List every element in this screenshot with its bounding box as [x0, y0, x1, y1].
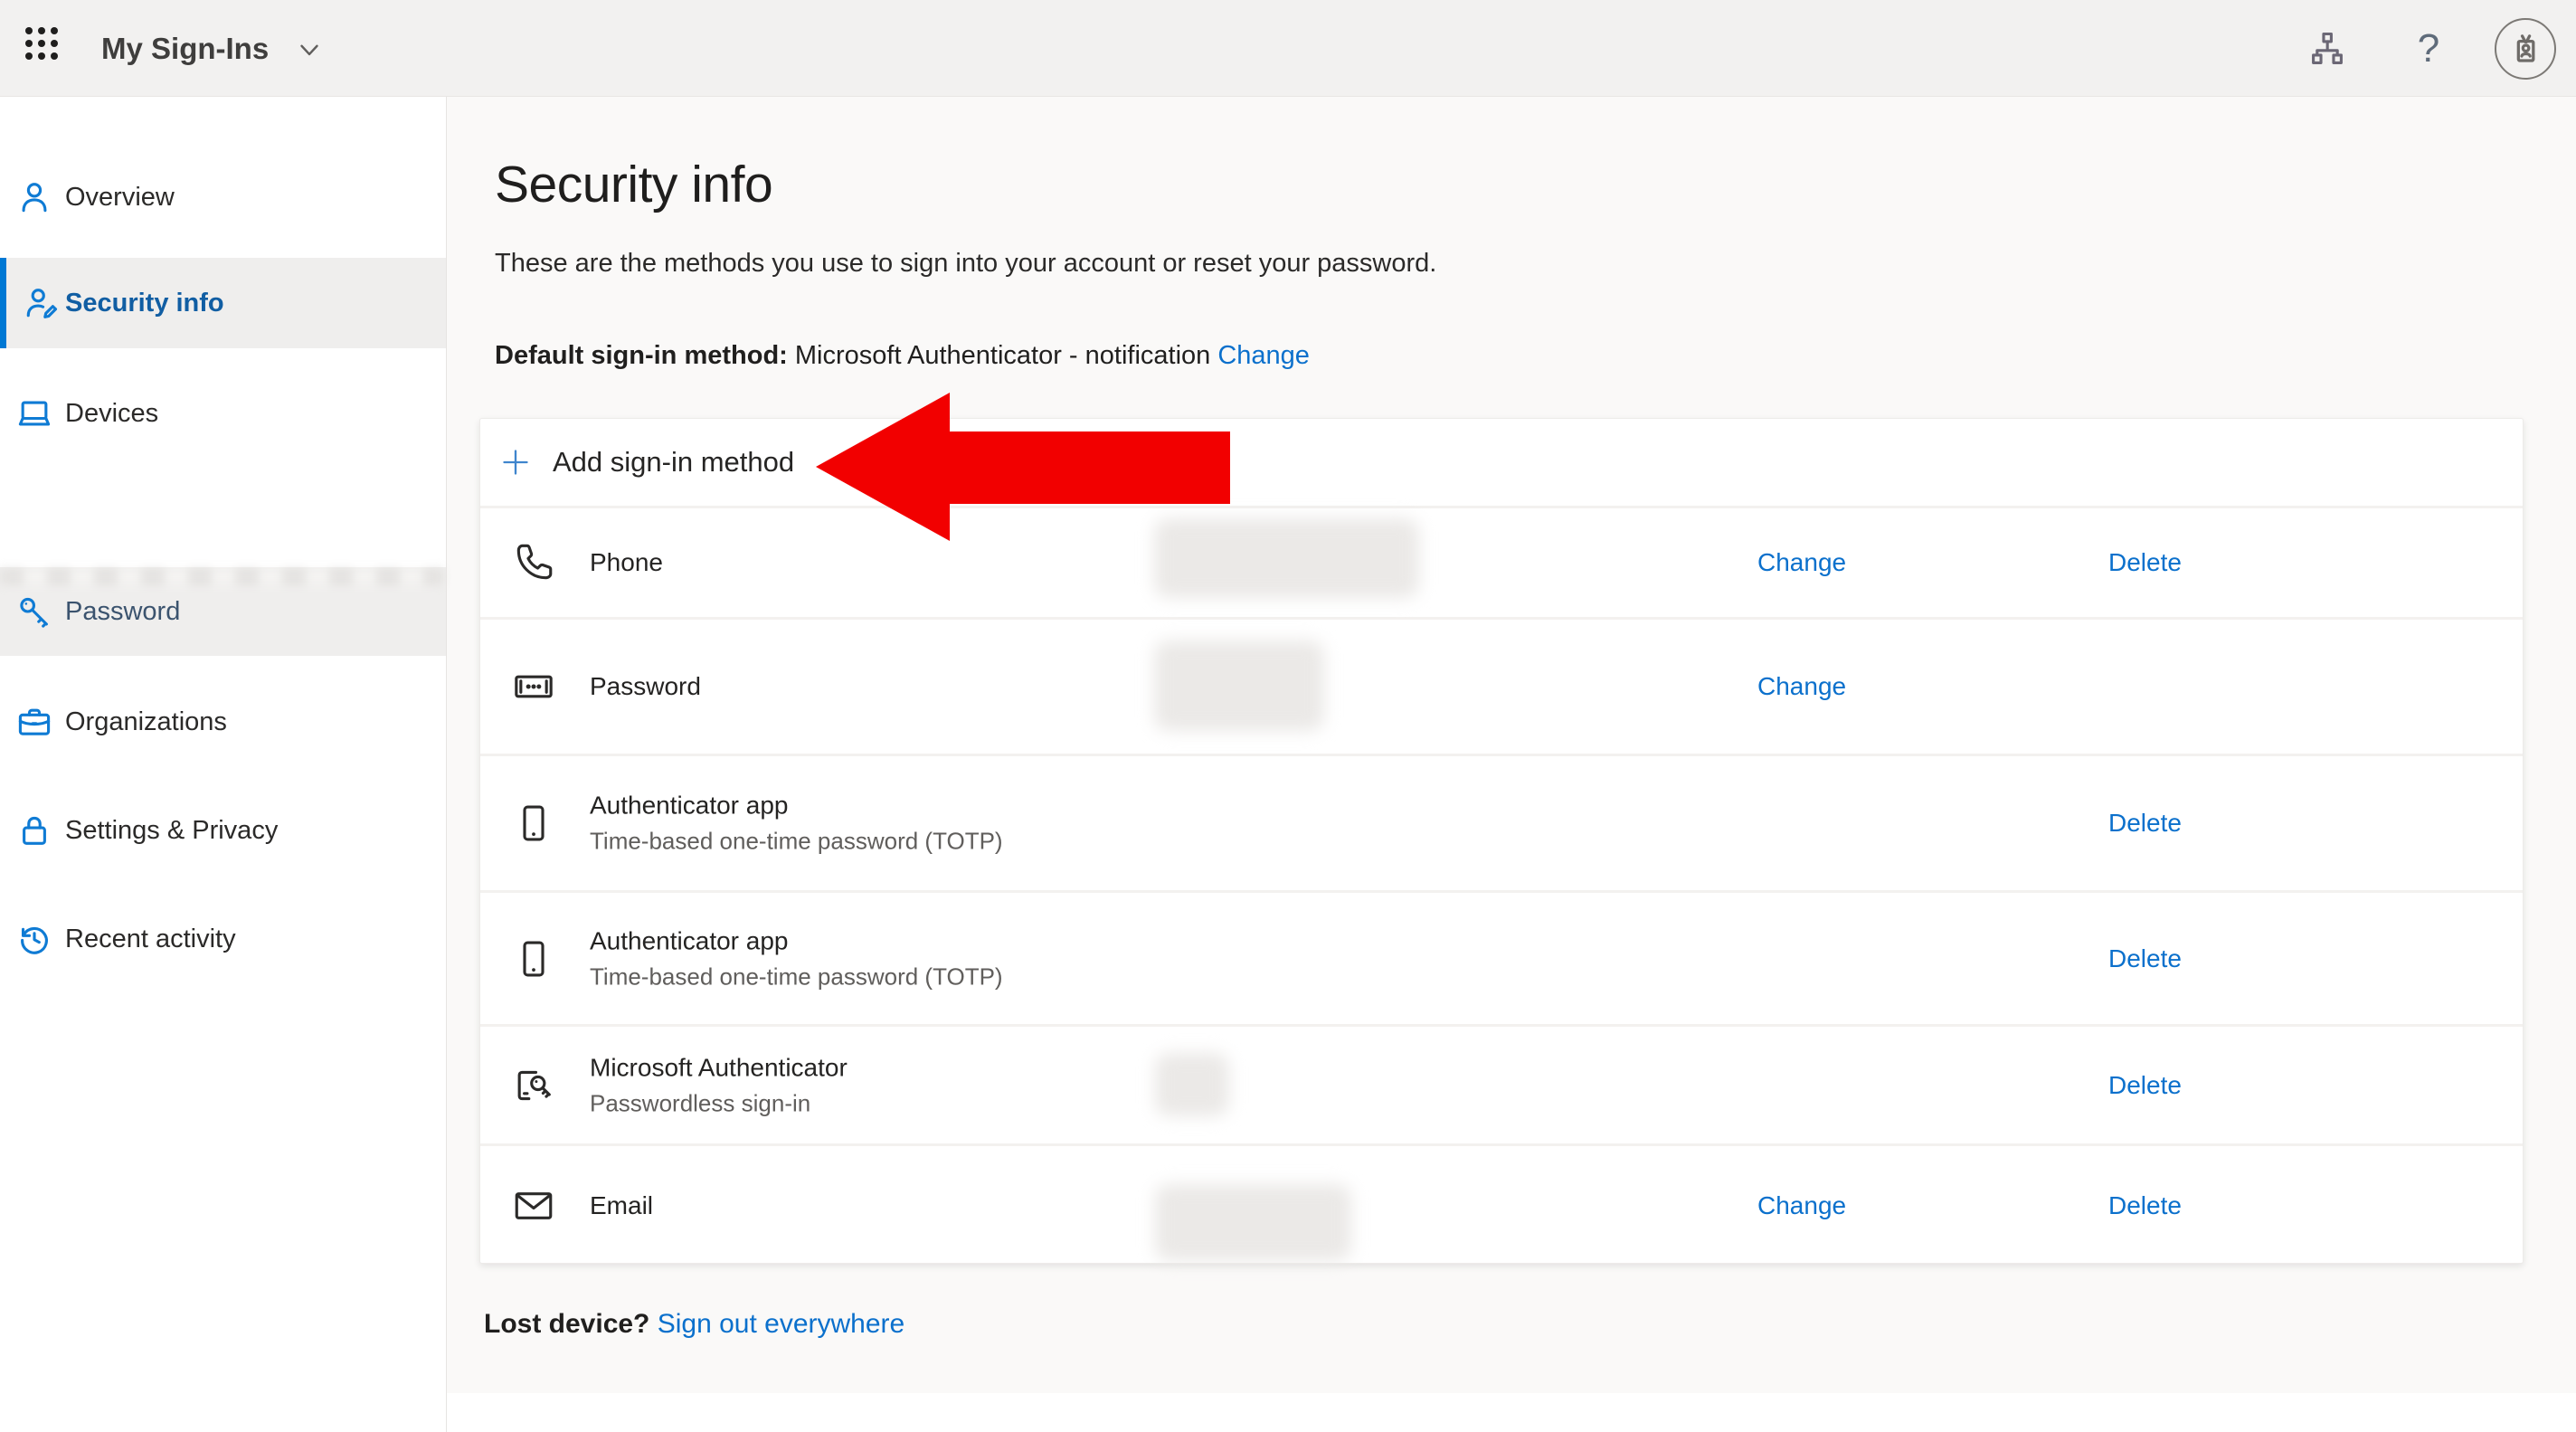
default-signin-label: Default sign-in method: — [495, 341, 788, 370]
waffle-dot — [25, 27, 33, 34]
waffle-dot — [38, 52, 45, 60]
id-badge-icon — [2516, 33, 2535, 62]
main-content: Security info These are the methods you … — [447, 97, 2576, 1432]
sidebar-item-devices[interactable]: Devices — [0, 368, 446, 459]
org-chart-icon — [2312, 32, 2343, 64]
question-mark-icon: ? — [2417, 25, 2440, 71]
phone-handset-icon — [511, 540, 556, 585]
lost-device-line: Lost device? Sign out everywhere — [484, 1309, 904, 1340]
signin-methods-card: Add sign-in method Phone Change Delete P… — [479, 418, 2524, 1264]
content-bottom-strip — [447, 1393, 2576, 1432]
phone-delete-link[interactable]: Delete — [2108, 548, 2182, 577]
sidebar-item-label: Devices — [65, 398, 159, 428]
briefcase-icon — [14, 702, 54, 742]
sidebar-item-settings-privacy[interactable]: Settings & Privacy — [0, 785, 446, 876]
waffle-dot — [25, 40, 33, 47]
default-signin-value: Microsoft Authenticator - notification — [794, 341, 1211, 370]
add-signin-method-button[interactable]: Add sign-in method — [480, 419, 2523, 506]
method-row-authenticator-app-2: Authenticator app Time-based one-time pa… — [480, 890, 2523, 1024]
add-signin-method-label: Add sign-in method — [553, 446, 795, 478]
directory-switcher-button[interactable] — [2296, 0, 2359, 97]
redacted-email-value — [1155, 1184, 1351, 1261]
default-signin-line: Default sign-in method: Microsoft Authen… — [495, 341, 1310, 371]
method-name: Password — [590, 672, 701, 700]
method-subtitle: Time-based one-time password (TOTP) — [590, 963, 1003, 990]
redacted-password-value — [1154, 640, 1324, 731]
email-change-link[interactable]: Change — [1757, 1191, 1846, 1220]
method-subtitle: Time-based one-time password (TOTP) — [590, 827, 1003, 855]
method-row-microsoft-authenticator: Microsoft Authenticator Passwordless sig… — [480, 1024, 2523, 1143]
method-name: Email — [590, 1190, 654, 1219]
account-avatar-button[interactable] — [2487, 0, 2563, 97]
method-name: Authenticator app — [590, 791, 789, 820]
sidebar-item-recent-activity[interactable]: Recent activity — [0, 894, 446, 984]
help-button[interactable]: ? — [2397, 0, 2460, 97]
waffle-dot — [51, 52, 58, 60]
redacted-authenticator-value — [1155, 1053, 1229, 1116]
waffle-dot — [38, 27, 45, 34]
app-title: My Sign-Ins — [101, 31, 270, 65]
laptop-icon — [14, 394, 54, 433]
person-edit-icon — [21, 283, 61, 323]
sidebar-item-label: Organizations — [65, 707, 227, 736]
sidebar-item-label: Overview — [65, 182, 175, 212]
method-row-email: Email Change Delete — [480, 1143, 2523, 1265]
method-row-phone: Phone Change Delete — [480, 506, 2523, 617]
mobile-phone-icon — [511, 801, 556, 846]
method-subtitle: Passwordless sign-in — [590, 1089, 811, 1116]
sign-out-everywhere-link[interactable]: Sign out everywhere — [658, 1309, 905, 1339]
device-with-key-icon — [511, 1063, 556, 1108]
method-name: Microsoft Authenticator — [590, 1053, 848, 1081]
default-signin-change-link[interactable]: Change — [1217, 341, 1310, 370]
sidebar-nav: Overview Security info Devices Password … — [0, 97, 447, 1432]
waffle-dot — [51, 27, 58, 34]
waffle-dot — [51, 40, 58, 47]
envelope-icon — [511, 1183, 556, 1228]
password-field-icon — [511, 664, 556, 709]
lost-device-label: Lost device? — [484, 1309, 650, 1339]
plus-icon — [497, 444, 534, 480]
method-name: Phone — [590, 548, 663, 576]
sidebar-item-security-info[interactable]: Security info — [0, 258, 446, 348]
password-change-link[interactable]: Change — [1757, 672, 1846, 701]
chevron-down-icon[interactable] — [294, 34, 325, 65]
avatar — [2495, 17, 2556, 80]
page-description: These are the methods you use to sign in… — [495, 249, 1437, 278]
sidebar-item-organizations[interactable]: Organizations — [0, 677, 446, 767]
topbar: My Sign-Ins ? — [0, 0, 2576, 97]
history-clock-icon — [14, 919, 54, 959]
sidebar-item-label: Settings & Privacy — [65, 815, 279, 845]
app-launcher-button[interactable] — [25, 27, 69, 71]
email-delete-link[interactable]: Delete — [2108, 1191, 2182, 1220]
redacted-phone-value — [1154, 518, 1419, 598]
sidebar-item-label: Recent activity — [65, 924, 236, 953]
method-name: Authenticator app — [590, 926, 789, 954]
redacted-region — [0, 568, 443, 585]
page-title: Security info — [495, 156, 773, 213]
sidebar-item-overview[interactable]: Overview — [0, 152, 446, 242]
person-icon — [14, 177, 54, 217]
waffle-dot — [38, 40, 45, 47]
mobile-phone-icon — [511, 936, 556, 982]
microsoft-authenticator-delete-link[interactable]: Delete — [2108, 1071, 2182, 1100]
method-row-authenticator-app-1: Authenticator app Time-based one-time pa… — [480, 754, 2523, 890]
method-row-password: Password Change — [480, 617, 2523, 754]
key-icon — [14, 592, 54, 631]
lock-icon — [14, 811, 54, 850]
authenticator-app-1-delete-link[interactable]: Delete — [2108, 809, 2182, 838]
waffle-dot — [25, 52, 33, 60]
phone-change-link[interactable]: Change — [1757, 548, 1846, 577]
sidebar-item-label: Security info — [65, 288, 224, 318]
sidebar-item-label: Password — [65, 596, 181, 626]
authenticator-app-2-delete-link[interactable]: Delete — [2108, 944, 2182, 973]
